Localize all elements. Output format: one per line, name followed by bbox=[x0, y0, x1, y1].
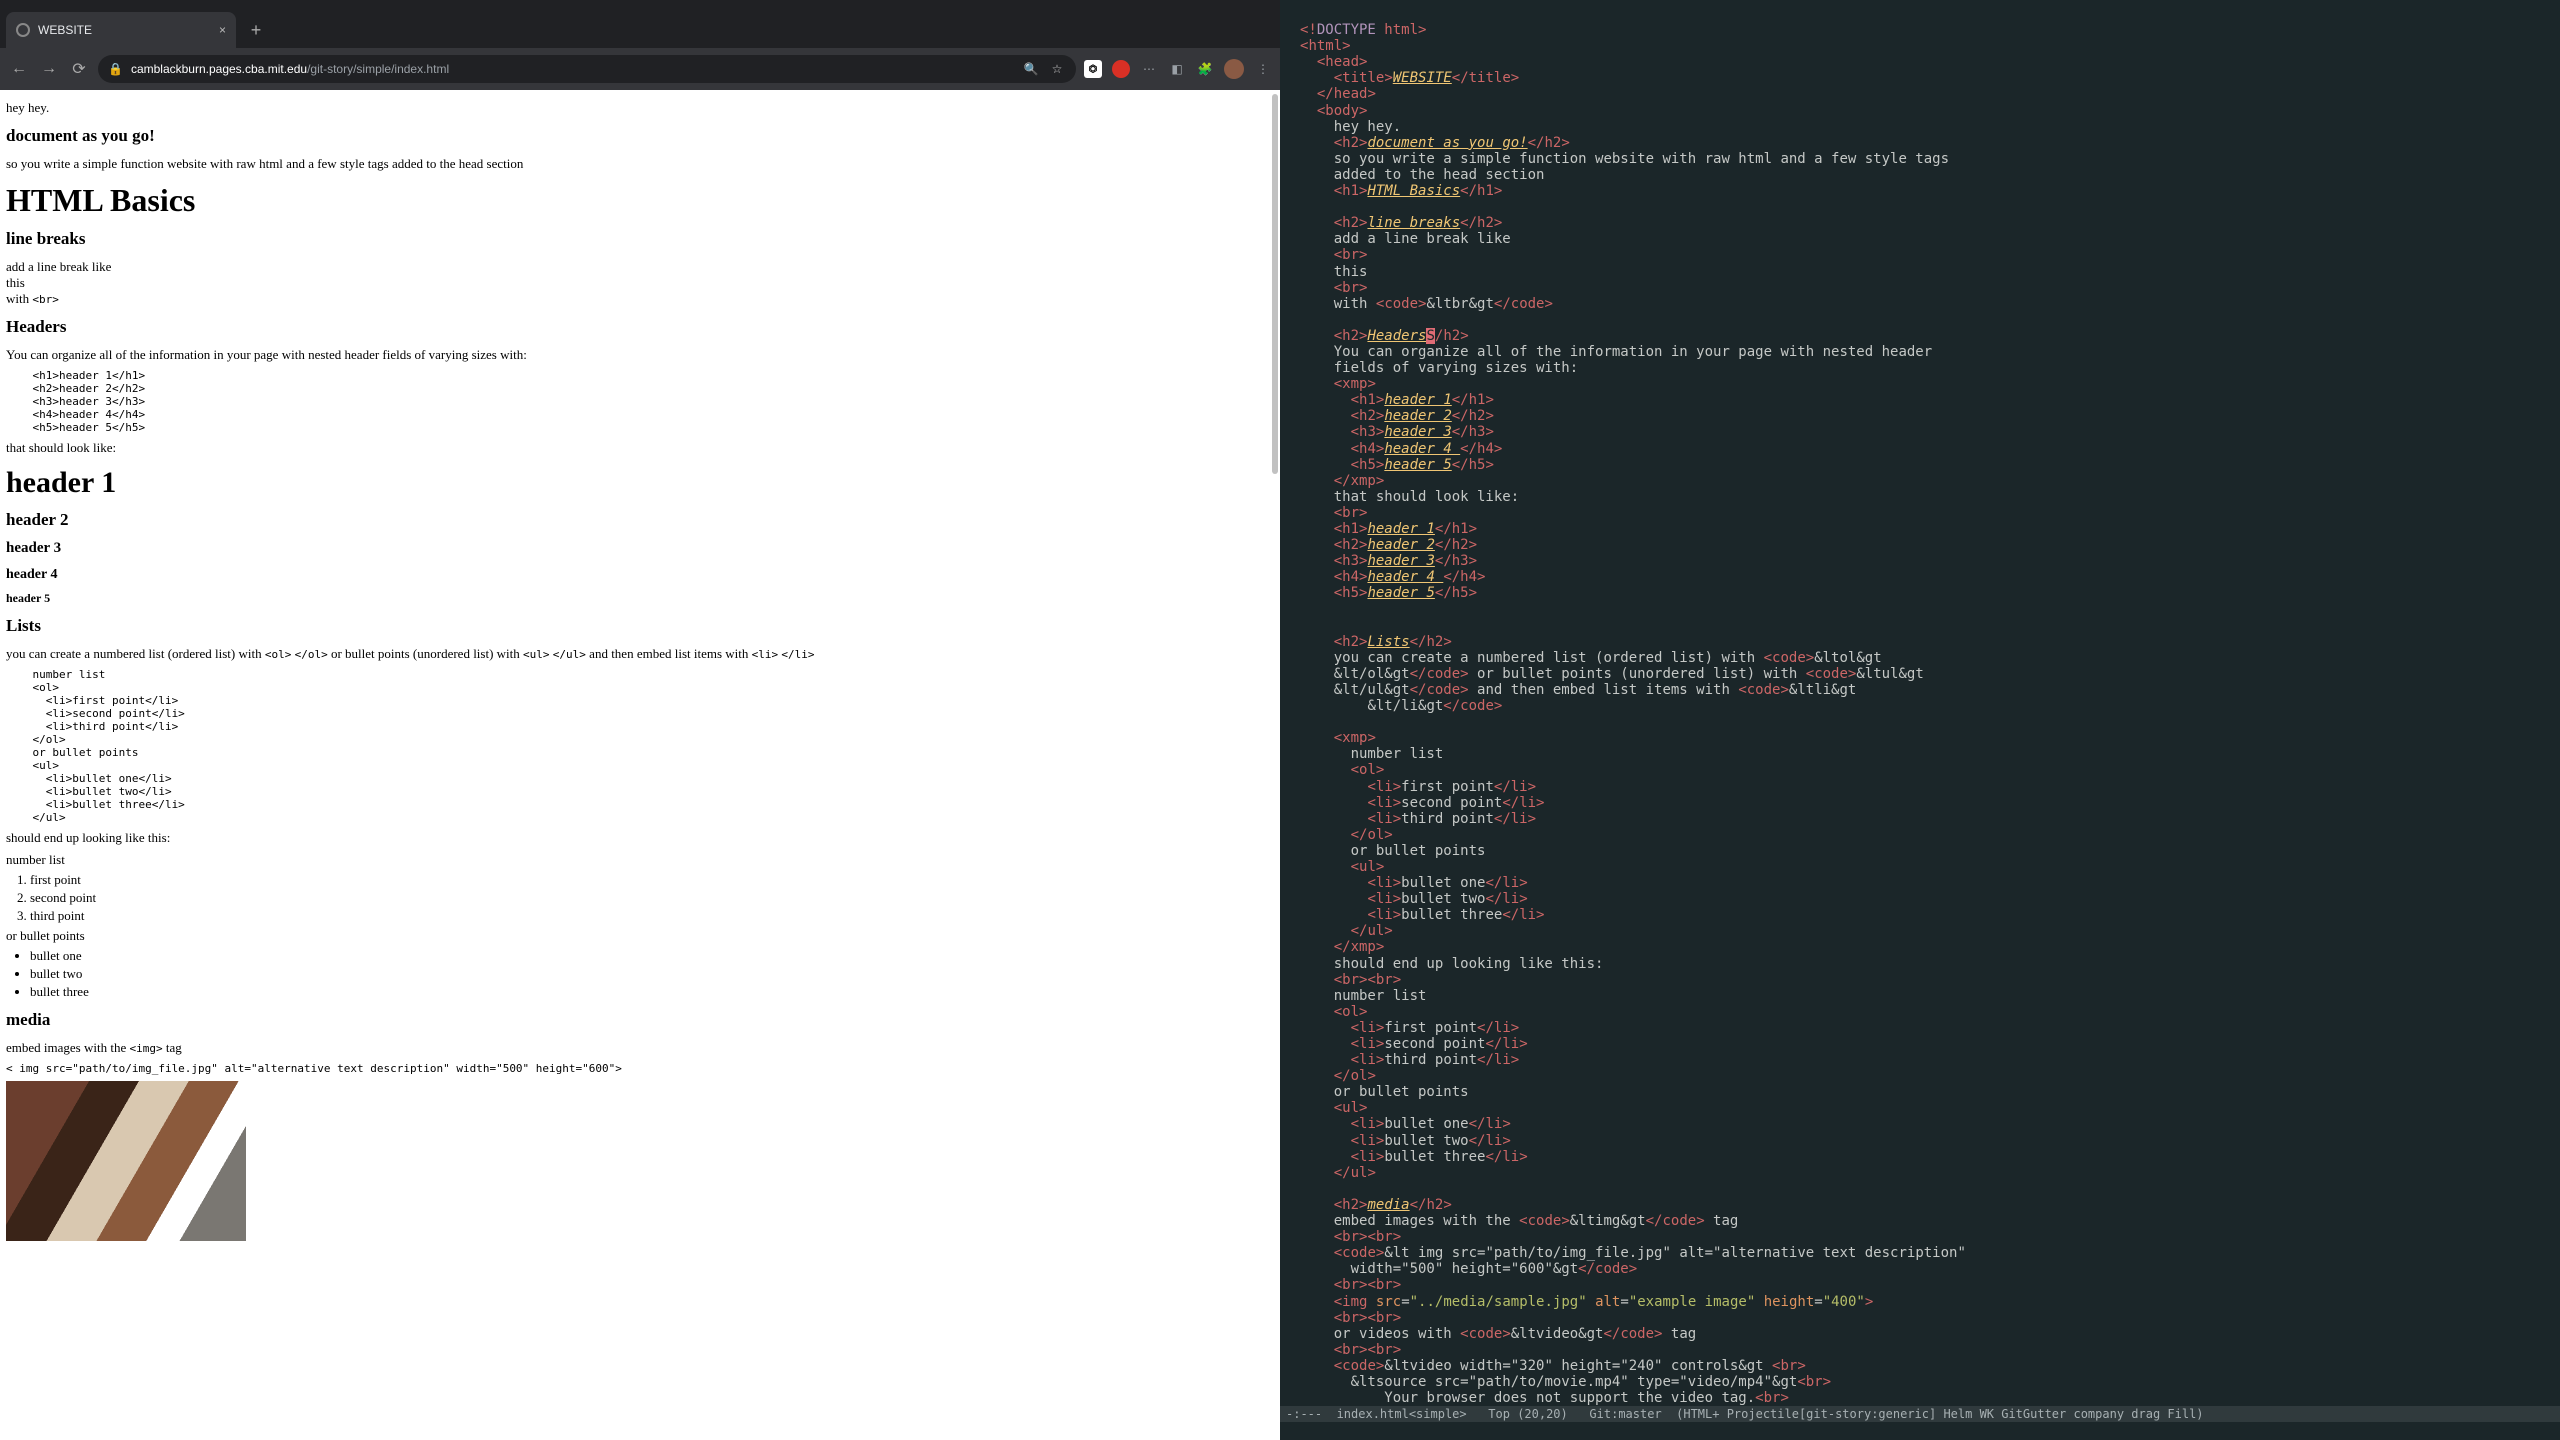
heading: line breaks bbox=[6, 229, 1272, 249]
list-item: bullet three bbox=[30, 984, 1272, 1000]
heading: Headers bbox=[6, 317, 1272, 337]
text: You can organize all of the information … bbox=[6, 347, 1272, 363]
puzzle-icon[interactable]: 🧩 bbox=[1196, 60, 1214, 78]
heading: header 3 bbox=[6, 540, 1272, 557]
list-item: second point bbox=[30, 890, 1272, 906]
star-icon[interactable]: ☆ bbox=[1048, 60, 1066, 78]
text: add a line break like this with <br> bbox=[6, 259, 1272, 307]
code-block: number list <ol> <li>first point</li> <l… bbox=[6, 668, 1272, 824]
lock-icon: 🔒 bbox=[108, 62, 123, 76]
list-item: bullet two bbox=[30, 966, 1272, 982]
page-content: hey hey. document as you go! so you writ… bbox=[0, 90, 1280, 1440]
heading: header 5 bbox=[6, 591, 1272, 606]
vertical-scrollbar[interactable] bbox=[1270, 90, 1280, 1440]
search-icon[interactable]: 🔍 bbox=[1022, 60, 1040, 78]
toolbar: ← → ⟳ 🔒 camblackburn.pages.cba.mit.edu/g… bbox=[0, 48, 1280, 90]
unordered-list: bullet one bullet two bullet three bbox=[30, 948, 1272, 1000]
text: that should look like: bbox=[6, 440, 1272, 456]
code-block: <h1>header 1</h1> <h2>header 2</h2> <h3>… bbox=[6, 369, 1272, 434]
heading: media bbox=[6, 1010, 1272, 1030]
globe-icon bbox=[16, 23, 30, 37]
extension-icon[interactable]: ◧ bbox=[1168, 60, 1186, 78]
address-bar[interactable]: 🔒 camblackburn.pages.cba.mit.edu/git-sto… bbox=[98, 55, 1076, 83]
heading: document as you go! bbox=[6, 126, 1272, 146]
text-cursor: S bbox=[1426, 328, 1434, 344]
heading: header 4 bbox=[6, 567, 1272, 583]
browser-tab[interactable]: WEBSITE × bbox=[6, 12, 236, 48]
reload-button[interactable]: ⟳ bbox=[68, 58, 90, 80]
new-tab-button[interactable]: + bbox=[244, 18, 268, 42]
code-buffer[interactable]: <!DOCTYPE html> <html> <head> <title>WEB… bbox=[1300, 6, 2554, 1410]
browser-window: WEBSITE × + ← → ⟳ 🔒 camblackburn.pages.c… bbox=[0, 0, 1280, 1440]
tab-bar: WEBSITE × + bbox=[0, 0, 1280, 48]
url-path: /git-story/simple/index.html bbox=[307, 62, 449, 76]
text: number list bbox=[6, 852, 1272, 868]
heading: header 1 bbox=[6, 466, 1272, 500]
code-block: < img src="path/to/img_file.jpg" alt="al… bbox=[6, 1062, 1272, 1075]
forward-button[interactable]: → bbox=[38, 58, 60, 80]
heading: Lists bbox=[6, 616, 1272, 636]
tab-title: WEBSITE bbox=[38, 23, 92, 37]
list-item: first point bbox=[30, 872, 1272, 888]
viewport: hey hey. document as you go! so you writ… bbox=[0, 90, 1280, 1440]
text: so you write a simple function website w… bbox=[6, 156, 1272, 172]
minibuffer[interactable] bbox=[1280, 1422, 2560, 1440]
heading: header 2 bbox=[6, 510, 1272, 530]
text: or bullet points bbox=[6, 928, 1272, 944]
list-item: third point bbox=[30, 908, 1272, 924]
text: embed images with the <img> tag bbox=[6, 1040, 1272, 1056]
menu-icon[interactable]: ⋮ bbox=[1254, 60, 1272, 78]
extension-icon[interactable] bbox=[1112, 60, 1130, 78]
extension-icon[interactable]: ⏣ bbox=[1084, 60, 1102, 78]
back-button[interactable]: ← bbox=[8, 58, 30, 80]
avatar[interactable] bbox=[1224, 59, 1244, 79]
mode-line: -:--- index.html<simple> Top (20,20) Git… bbox=[1280, 1406, 2560, 1422]
scroll-thumb[interactable] bbox=[1272, 94, 1278, 474]
close-icon[interactable]: × bbox=[219, 23, 226, 37]
text: you can create a numbered list (ordered … bbox=[6, 646, 1272, 662]
ordered-list: first point second point third point bbox=[30, 872, 1272, 924]
extension-icon[interactable]: ⋯ bbox=[1140, 60, 1158, 78]
extension-icons: ⏣ ⋯ ◧ 🧩 ⋮ bbox=[1084, 59, 1272, 79]
embedded-image bbox=[6, 1081, 246, 1241]
heading: HTML Basics bbox=[6, 182, 1272, 219]
text: hey hey. bbox=[6, 100, 1272, 116]
code-editor: <!DOCTYPE html> <html> <head> <title>WEB… bbox=[1280, 0, 2560, 1440]
url-host: camblackburn.pages.cba.mit.edu bbox=[131, 62, 307, 76]
text: should end up looking like this: bbox=[6, 830, 1272, 846]
list-item: bullet one bbox=[30, 948, 1272, 964]
